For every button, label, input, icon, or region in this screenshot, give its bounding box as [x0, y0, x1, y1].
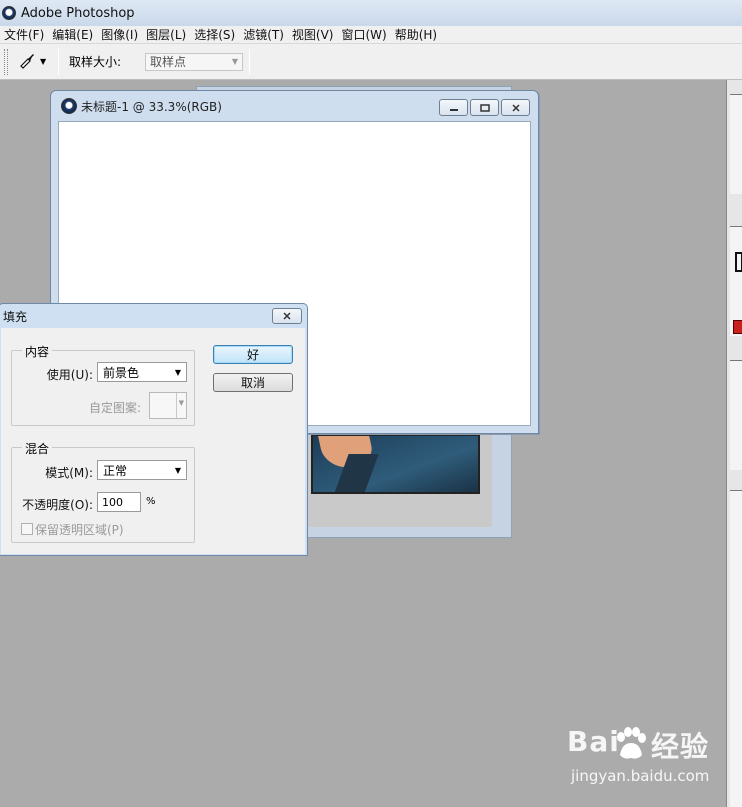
- palette-history[interactable]: [730, 360, 742, 470]
- sample-size-select[interactable]: 取样点 ▼: [145, 52, 244, 71]
- document-icon: [61, 98, 77, 114]
- app-title: Adobe Photoshop: [21, 5, 135, 21]
- chevron-down-icon: ▼: [231, 57, 239, 66]
- options-bar: ▼ 取样大小: 取样点 ▼: [0, 44, 742, 80]
- toolbar-separator: [58, 48, 59, 75]
- close-icon: [283, 312, 291, 320]
- foreground-swatch[interactable]: [735, 252, 742, 272]
- chevron-down-icon: ▼: [174, 465, 181, 475]
- ok-button[interactable]: 好: [213, 345, 293, 364]
- opacity-input[interactable]: 100: [97, 492, 141, 512]
- options-bar-grip[interactable]: [4, 48, 8, 75]
- use-label: 使用(U):: [46, 368, 93, 382]
- minimize-icon: [449, 108, 458, 111]
- watermark-brand-right: 经验: [651, 730, 710, 763]
- photoshop-app-icon: [2, 6, 16, 20]
- palette-layers[interactable]: [730, 490, 742, 807]
- chevron-down-icon: ▼: [174, 367, 181, 377]
- watermark-brand-left: Bai: [567, 725, 620, 758]
- minimize-button[interactable]: [439, 99, 468, 116]
- mode-value: 正常: [103, 463, 128, 478]
- menu-image[interactable]: 图像(I): [97, 26, 142, 43]
- opacity-value: 100: [102, 495, 123, 509]
- chevron-down-icon: ▼: [40, 57, 47, 66]
- chevron-down-icon: ▼: [178, 399, 184, 407]
- sample-size-value: 取样点: [150, 55, 187, 69]
- menu-layer[interactable]: 图层(L): [142, 26, 190, 43]
- opacity-unit: %: [146, 496, 156, 507]
- preserve-transparency-checkbox[interactable]: [21, 523, 33, 535]
- palette-dock: [726, 80, 742, 807]
- close-icon: [511, 103, 520, 112]
- baidu-paw-icon: [617, 727, 646, 759]
- menu-window[interactable]: 窗口(W): [337, 26, 390, 43]
- fill-dialog: 填充 内容 使用(U): 前景色 ▼ 自定图案: ▼ 混合 模式(M): 正常 …: [0, 303, 308, 556]
- dialog-close-button[interactable]: [272, 308, 302, 324]
- menu-view[interactable]: 视图(V): [288, 26, 338, 43]
- restore-icon: [479, 103, 490, 112]
- use-value: 前景色: [103, 365, 140, 380]
- custom-pattern-label: 自定图案:: [88, 401, 141, 415]
- mode-select[interactable]: 正常 ▼: [97, 460, 187, 480]
- blend-group-label: 混合: [22, 440, 53, 457]
- menu-select[interactable]: 选择(S): [190, 26, 239, 43]
- sample-size-label: 取样大小:: [69, 55, 122, 69]
- preserve-transparency-label: 保留透明区域(P): [35, 523, 124, 537]
- color-swatch-red[interactable]: [733, 320, 742, 334]
- background-canvas: [307, 432, 492, 527]
- menu-help[interactable]: 帮助(H): [391, 26, 441, 43]
- window-controls: [439, 99, 530, 116]
- mode-label: 模式(M):: [45, 466, 93, 480]
- custom-pattern-picker[interactable]: ▼: [149, 392, 187, 419]
- dialog-body: 内容 使用(U): 前景色 ▼ 自定图案: ▼ 混合 模式(M): 正常 ▼ 不…: [1, 328, 305, 554]
- cancel-button[interactable]: 取消: [213, 373, 293, 392]
- palette-navigator[interactable]: [730, 94, 742, 194]
- opacity-label: 不透明度(O):: [22, 498, 93, 512]
- close-button[interactable]: [501, 99, 530, 116]
- restore-button[interactable]: [470, 99, 499, 116]
- eyedropper-icon: [18, 51, 36, 72]
- app-title-bar: Adobe Photoshop: [0, 0, 742, 26]
- watermark-subtitle: jingyan.baidu.com: [571, 767, 710, 785]
- document-title: 未标题-1 @ 33.3%(RGB): [81, 99, 222, 114]
- use-select[interactable]: 前景色 ▼: [97, 362, 187, 382]
- dialog-title: 填充: [3, 310, 28, 324]
- tool-preset-picker[interactable]: ▼: [18, 50, 52, 74]
- menu-filter[interactable]: 滤镜(T): [239, 26, 288, 43]
- content-group-label: 内容: [22, 343, 53, 360]
- baidu-watermark: Bai 经验 jingyan.baidu.com: [567, 725, 727, 795]
- menu-edit[interactable]: 编辑(E): [48, 26, 97, 43]
- photo-image: [311, 434, 480, 494]
- pattern-divider: [176, 393, 177, 418]
- menu-file[interactable]: 文件(F): [0, 26, 48, 43]
- menu-bar: 文件(F) 编辑(E) 图像(I) 图层(L) 选择(S) 滤镜(T) 视图(V…: [0, 26, 742, 44]
- toolbar-separator: [249, 48, 251, 75]
